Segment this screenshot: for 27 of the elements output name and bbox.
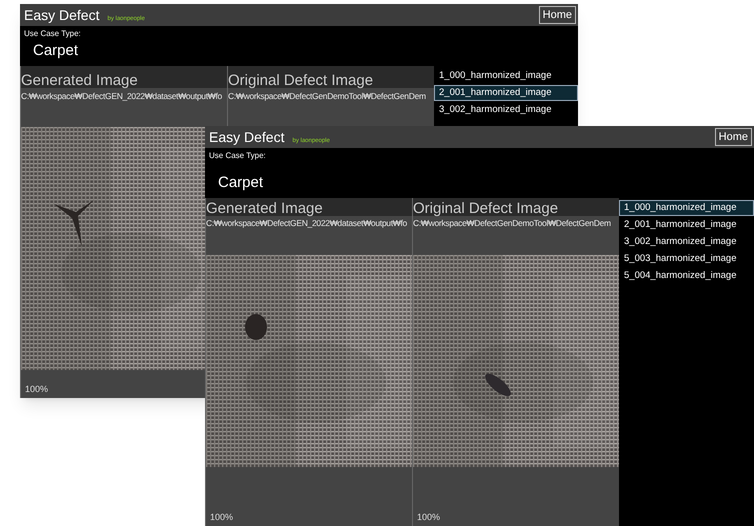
app-title: Easy Defect <box>24 8 100 22</box>
panel-title: Generated Image <box>206 201 323 216</box>
file-path: C:₩workspace₩DefectGenDemoTool₩DefectGenDem <box>228 90 426 102</box>
app-title: Easy Defect <box>209 130 284 144</box>
file-path: C:₩workspace₩DefectGEN_2022₩dataset₩output₩fo <box>21 90 222 102</box>
list-item[interactable]: 3_002_harmonized_image <box>434 102 578 118</box>
panel-title: Original Defect Image <box>228 73 374 88</box>
list-item[interactable]: 2_001_harmonized_image <box>434 85 578 101</box>
zoom-level: 100% <box>417 510 440 524</box>
panel-title: Generated Image <box>21 73 138 88</box>
home-button[interactable]: Home <box>538 6 576 24</box>
field-label: Use Case Type: <box>24 28 81 40</box>
zoom-level: 100% <box>210 510 234 524</box>
list-item[interactable]: 5_004_harmonized_image <box>619 268 754 284</box>
field-label: Use Case Type: <box>209 150 266 162</box>
panel-title: Original Defect Image <box>413 201 558 216</box>
use-case-value: Carpet <box>33 41 78 61</box>
file-path: C:₩workspace₩DefectGEN_2022₩dataset₩output₩fo <box>206 216 407 230</box>
list-item[interactable]: 3_002_harmonized_image <box>619 234 754 250</box>
home-button[interactable]: Home <box>714 128 752 146</box>
file-path: C:₩workspace₩DefectGenDemoTool₩DefectGenDem <box>413 216 611 230</box>
zoom-level: 100% <box>25 382 48 396</box>
list-item[interactable]: 5_003_harmonized_image <box>619 251 754 267</box>
list-item[interactable]: 1_000_harmonized_image <box>619 200 754 216</box>
use-case-value: Carpet <box>218 172 264 192</box>
list-item[interactable]: 2_001_harmonized_image <box>619 217 754 233</box>
list-item[interactable]: 1_000_harmonized_image <box>434 68 578 84</box>
